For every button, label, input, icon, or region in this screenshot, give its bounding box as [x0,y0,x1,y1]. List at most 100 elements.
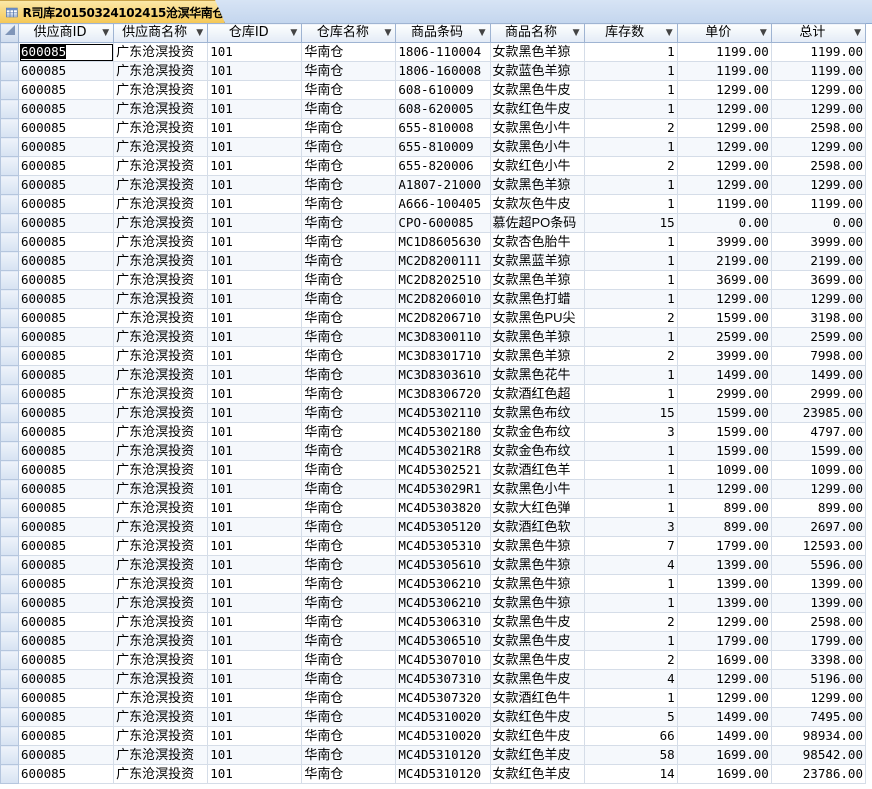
cell-unit-price[interactable]: 1299.00 [676,479,772,499]
cell-supplier-name[interactable]: 广东沧溟投资 [113,327,209,347]
cell-stock[interactable]: 3 [583,422,678,442]
cell-unit-price[interactable]: 1499.00 [676,365,772,385]
cell-warehouse-id[interactable]: 101 [207,764,303,784]
cell-supplier-id[interactable]: 600085 [18,118,115,138]
cell-product-name[interactable]: 女款黑色小牛 [489,118,585,138]
cell-barcode[interactable]: MC3D8301710 [395,346,491,366]
cell-total[interactable]: 2697.00 [770,517,867,537]
cell-unit-price[interactable]: 3699.00 [676,270,772,290]
cell-total[interactable]: 1299.00 [770,688,867,708]
cell-stock[interactable]: 4 [583,555,678,575]
cell-supplier-name[interactable]: 广东沧溟投资 [113,42,209,62]
cell-total[interactable]: 23786.00 [770,764,867,784]
cell-total[interactable]: 5196.00 [770,669,867,689]
cell-product-name[interactable]: 女款红色小牛 [489,156,585,176]
cell-warehouse-name[interactable]: 华南仓 [301,764,397,784]
cell-supplier-name[interactable]: 广东沧溟投资 [113,270,209,290]
cell-stock[interactable]: 1 [583,460,678,480]
cell-unit-price[interactable]: 1699.00 [676,650,772,670]
cell-unit-price[interactable]: 3999.00 [676,346,772,366]
table-row[interactable]: 600085 广东沧溟投资 101 华南仓 1806-110004 女款黑色羊猄 1 1199… [0,42,867,62]
cell-stock[interactable]: 2 [583,650,678,670]
row-selector[interactable] [0,327,20,347]
cell-product-name[interactable]: 女款灰色牛皮 [489,194,585,214]
cell-warehouse-name[interactable]: 华南仓 [301,745,397,765]
cell-barcode[interactable]: MC4D5306210 [395,593,491,613]
cell-supplier-id[interactable]: 600085 [18,194,115,214]
cell-total[interactable]: 1599.00 [770,441,867,461]
cell-barcode[interactable]: CPO-600085 [395,213,491,233]
table-row[interactable]: 600085 广东沧溟投资 101 华南仓 MC3D8303610 女款黑色花牛 1 1499… [0,365,867,385]
cell-stock[interactable]: 1 [583,498,678,518]
cell-supplier-name[interactable]: 广东沧溟投资 [113,80,209,100]
cell-warehouse-id[interactable]: 101 [207,80,303,100]
row-selector[interactable] [0,270,20,290]
table-row[interactable]: 600085 广东沧溟投资 101 华南仓 MC4D5306310 女款黑色牛皮 2 1299… [0,612,867,632]
cell-supplier-name[interactable]: 广东沧溟投资 [113,460,209,480]
cell-unit-price[interactable]: 2199.00 [676,251,772,271]
row-selector[interactable] [0,574,20,594]
cell-stock[interactable]: 1 [583,688,678,708]
cell-stock[interactable]: 4 [583,669,678,689]
cell-product-name[interactable]: 女款黑色牛皮 [489,631,585,651]
cell-supplier-id[interactable]: 600085 [18,80,115,100]
cell-warehouse-id[interactable]: 101 [207,555,303,575]
cell-supplier-id[interactable]: 600085 [18,669,115,689]
cell-total[interactable]: 1299.00 [770,479,867,499]
row-selector[interactable] [0,593,20,613]
cell-total[interactable]: 2598.00 [770,156,867,176]
table-row[interactable]: 600085 广东沧溟投资 101 华南仓 655-810009 女款黑色小牛 1 1299.… [0,137,867,157]
cell-supplier-id[interactable]: 600085 [18,384,115,404]
table-row[interactable]: 600085 广东沧溟投资 101 华南仓 MC4D5305310 女款黑色牛猄 7 1799… [0,536,867,556]
cell-barcode[interactable]: 655-810008 [395,118,491,138]
cell-warehouse-name[interactable]: 华南仓 [301,175,397,195]
cell-warehouse-name[interactable]: 华南仓 [301,460,397,480]
cell-supplier-name[interactable]: 广东沧溟投资 [113,175,209,195]
cell-barcode[interactable]: MC3D8306720 [395,384,491,404]
cell-barcode[interactable]: MC2D8202510 [395,270,491,290]
cell-barcode[interactable]: 1806-160008 [395,61,491,81]
column-dropdown-icon[interactable]: ▼ [666,25,673,42]
cell-total[interactable]: 3999.00 [770,232,867,252]
cell-stock[interactable]: 1 [583,365,678,385]
cell-total[interactable]: 23985.00 [770,403,867,423]
cell-warehouse-id[interactable]: 101 [207,593,303,613]
cell-supplier-name[interactable]: 广东沧溟投资 [113,517,209,537]
cell-warehouse-name[interactable]: 华南仓 [301,555,397,575]
cell-supplier-name[interactable]: 广东沧溟投资 [113,118,209,138]
cell-supplier-id[interactable]: 600085 [18,365,115,385]
cell-barcode[interactable]: 608-620005 [395,99,491,119]
row-selector[interactable] [0,289,20,309]
cell-warehouse-name[interactable]: 华南仓 [301,498,397,518]
cell-unit-price[interactable]: 1199.00 [676,42,772,62]
cell-supplier-name[interactable]: 广东沧溟投资 [113,213,209,233]
table-row[interactable]: 600085 广东沧溟投资 101 华南仓 MC3D8301710 女款黑色羊猄 2 3999… [0,346,867,366]
row-selector[interactable] [0,650,20,670]
cell-supplier-name[interactable]: 广东沧溟投资 [113,612,209,632]
cell-unit-price[interactable]: 1299.00 [676,99,772,119]
cell-stock[interactable]: 1 [583,175,678,195]
table-row[interactable]: 600085 广东沧溟投资 101 华南仓 MC4D5310120 女款红色羊皮 58 169… [0,745,867,765]
cell-product-name[interactable]: 女款黑色牛猄 [489,555,585,575]
cell-product-name[interactable]: 慕佐超PO条码 [489,213,585,233]
cell-stock[interactable]: 58 [583,745,678,765]
cell-warehouse-id[interactable]: 101 [207,422,303,442]
column-header-supplier-name[interactable]: 供应商名称 ▼ [113,23,209,43]
table-row[interactable]: 600085 广东沧溟投资 101 华南仓 655-820006 女款红色小牛 2 1299.… [0,156,867,176]
cell-supplier-id[interactable]: 600085 [18,175,115,195]
cell-product-name[interactable]: 女款杏色胎牛 [489,232,585,252]
cell-total[interactable]: 7998.00 [770,346,867,366]
cell-product-name[interactable]: 女款黑色小牛 [489,137,585,157]
cell-warehouse-name[interactable]: 华南仓 [301,156,397,176]
cell-warehouse-name[interactable]: 华南仓 [301,479,397,499]
cell-warehouse-name[interactable]: 华南仓 [301,536,397,556]
cell-total[interactable]: 1199.00 [770,61,867,81]
cell-warehouse-id[interactable]: 101 [207,669,303,689]
cell-supplier-name[interactable]: 广东沧溟投资 [113,365,209,385]
cell-warehouse-name[interactable]: 华南仓 [301,251,397,271]
cell-barcode[interactable]: MC4D53029R1 [395,479,491,499]
cell-supplier-id[interactable]: 600085 [18,688,115,708]
cell-warehouse-id[interactable]: 101 [207,403,303,423]
cell-unit-price[interactable]: 1399.00 [676,574,772,594]
cell-unit-price[interactable]: 1399.00 [676,555,772,575]
